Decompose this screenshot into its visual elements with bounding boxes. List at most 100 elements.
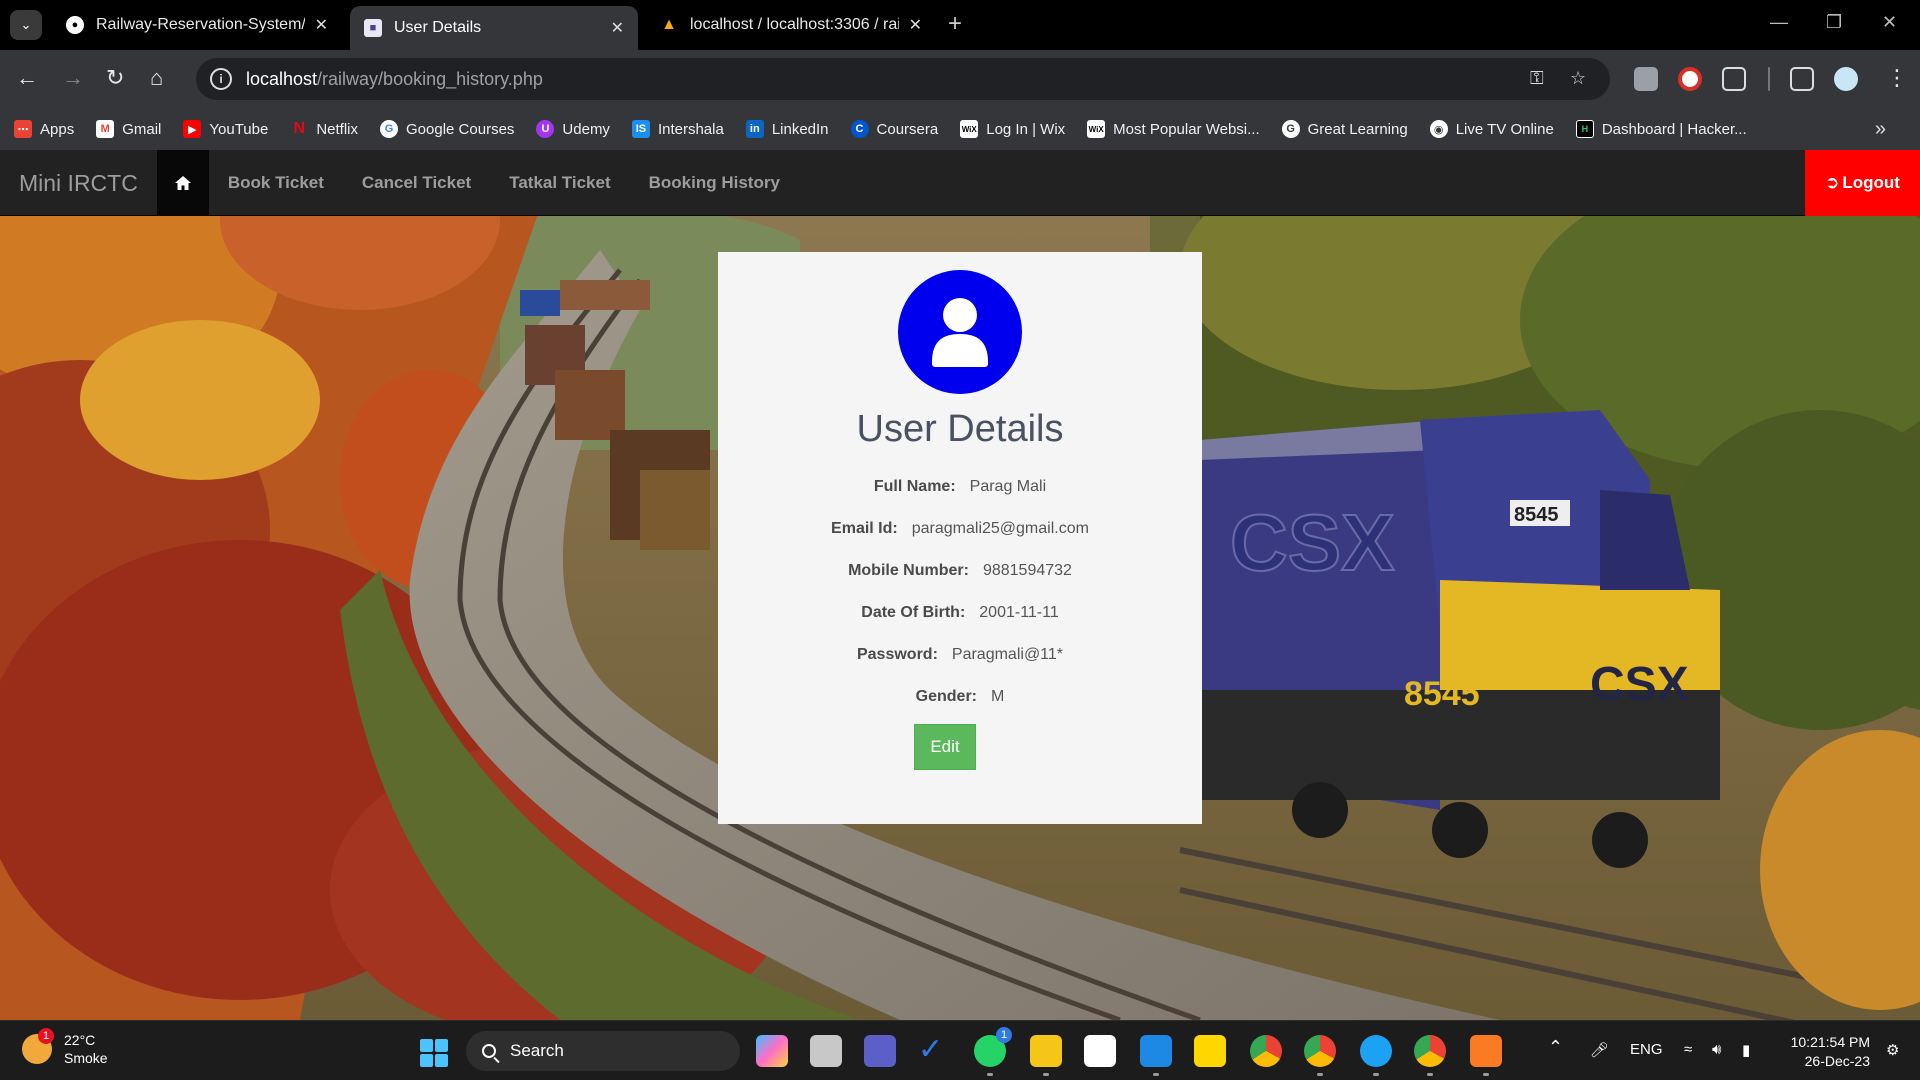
edit-button[interactable]: Edit <box>914 724 976 770</box>
sticky-notes-icon[interactable] <box>1194 1035 1226 1067</box>
window-close-icon[interactable]: ✕ <box>1882 12 1897 33</box>
extensions-puzzle-icon[interactable] <box>1722 67 1746 91</box>
bookmark-great-learning[interactable]: G Great Learning <box>1281 120 1408 138</box>
chrome-icon[interactable] <box>1250 1035 1282 1067</box>
chrome-profile-icon[interactable] <box>1414 1035 1446 1067</box>
gmail-icon: M <box>96 120 115 138</box>
extension-icon[interactable] <box>1678 67 1702 91</box>
more-bookmarks-icon[interactable]: » <box>1875 118 1886 141</box>
bookmark-intershala[interactable]: IS Intershala <box>631 120 724 138</box>
running-indicator <box>987 1073 993 1076</box>
skype-icon[interactable] <box>1360 1035 1392 1067</box>
side-panel-icon[interactable] <box>1790 67 1814 91</box>
whatsapp-badge: 1 <box>996 1027 1012 1043</box>
bookmark-udemy[interactable]: U Udemy <box>536 120 610 138</box>
language-indicator[interactable]: ENG <box>1630 1041 1663 1058</box>
nav-cancel-ticket[interactable]: Cancel Ticket <box>343 150 490 216</box>
back-icon[interactable]: ← <box>16 64 38 92</box>
site-info-icon[interactable]: i <box>210 68 232 90</box>
bookmark-hackerrank[interactable]: H Dashboard | Hacker... <box>1575 120 1747 138</box>
brand-logo[interactable]: Mini IRCTC <box>0 150 157 216</box>
windows-start-icon[interactable] <box>420 1039 448 1067</box>
svg-text:CSX: CSX <box>1230 498 1395 587</box>
github-icon: ● <box>66 16 84 34</box>
address-bar[interactable]: i localhost/railway/booking_history.php … <box>196 58 1610 100</box>
bookmark-apps[interactable]: ⋯ Apps <box>14 120 74 138</box>
xampp-icon[interactable] <box>1470 1035 1502 1067</box>
wifi-icon[interactable]: ≈ <box>1684 1041 1692 1058</box>
new-tab-button[interactable]: + <box>948 10 962 38</box>
bookmark-linkedin[interactable]: in LinkedIn <box>745 120 829 138</box>
bookmark-label: Intershala <box>657 120 724 138</box>
svg-text:CSX: CSX <box>1590 658 1689 711</box>
password-key-icon[interactable]: ⚿ <box>1530 68 1544 89</box>
youtube-icon: ▶ <box>183 120 202 138</box>
restore-icon[interactable]: ❐ <box>1826 12 1842 33</box>
bookmark-gmail[interactable]: M Gmail <box>96 120 161 138</box>
vscode-icon[interactable] <box>1140 1035 1172 1067</box>
menu-kebab-icon[interactable]: ⋮ <box>1886 64 1908 92</box>
close-tab-icon[interactable]: ✕ <box>909 15 922 35</box>
running-indicator <box>1427 1073 1433 1076</box>
copilot-icon[interactable] <box>756 1035 788 1067</box>
close-tab-icon[interactable]: ✕ <box>315 15 328 35</box>
toolbar-divider <box>1768 67 1770 91</box>
bookmark-youtube[interactable]: ▶ YouTube <box>183 120 268 138</box>
bookmark-live-tv[interactable]: ◉ Live TV Online <box>1429 120 1554 138</box>
url-path: /railway/booking_history.php <box>317 68 543 89</box>
minimize-icon[interactable]: — <box>1770 12 1788 33</box>
microsoft-store-icon[interactable] <box>1084 1035 1116 1067</box>
nav-book-ticket[interactable]: Book Ticket <box>209 150 343 216</box>
svg-text:8545: 8545 <box>1514 504 1559 526</box>
field-label: Password: <box>856 646 938 663</box>
running-indicator <box>1483 1073 1489 1076</box>
netflix-icon: N <box>293 120 306 137</box>
hackerrank-icon: H <box>1575 120 1594 138</box>
weather-widget[interactable]: 1 22°C Smoke <box>22 1028 108 1067</box>
bookmark-wix-popular[interactable]: WiX Most Popular Websi... <box>1087 120 1260 138</box>
weather-badge: 1 <box>38 1028 54 1044</box>
logout-label: Logout <box>1842 173 1900 192</box>
close-tab-icon[interactable]: ✕ <box>611 18 624 38</box>
teams-icon[interactable] <box>864 1035 896 1067</box>
tray-overflow-chevron-icon[interactable]: ⌃ <box>1548 1037 1563 1058</box>
system-clock[interactable]: 10:21:54 PM 26-Dec-23 <box>1780 1033 1870 1071</box>
tab-github[interactable]: ● Railway-Reservation-System/RE ✕ <box>52 6 342 44</box>
profile-avatar[interactable] <box>1834 67 1858 91</box>
bookmark-star-icon[interactable]: ☆ <box>1570 68 1586 89</box>
forward-icon[interactable]: → <box>62 64 84 92</box>
whatsapp-icon[interactable]: 1 <box>974 1027 1012 1067</box>
card-title: User Details <box>856 408 1064 450</box>
file-explorer-icon[interactable] <box>1030 1035 1062 1067</box>
bookmark-coursera[interactable]: C Coursera <box>850 120 938 138</box>
tab-user-details[interactable]: ■ User Details ✕ <box>350 6 638 50</box>
clock-time: 10:21:54 PM <box>1790 1034 1870 1050</box>
home-link[interactable] <box>156 150 209 216</box>
nav-tatkal-ticket[interactable]: Tatkal Ticket <box>490 150 629 216</box>
battery-icon[interactable]: ▮ <box>1742 1041 1750 1059</box>
bookmark-netflix[interactable]: N Netflix <box>290 120 358 138</box>
bookmark-google-courses[interactable]: G Google Courses <box>380 120 514 138</box>
volume-icon[interactable]: 🔊︎ <box>1712 1041 1721 1058</box>
phpmyadmin-icon: ▲ <box>661 16 677 33</box>
field-label: Gender: <box>915 688 977 705</box>
taskbar-search[interactable]: Search <box>466 1031 740 1071</box>
notifications-icon[interactable]: ⚙ <box>1886 1041 1899 1059</box>
todo-check-icon[interactable]: ✓ <box>918 1035 950 1067</box>
nav-booking-history[interactable]: Booking History <box>630 150 799 216</box>
home-icon[interactable]: ⌂ <box>150 64 163 92</box>
wix-icon: WiX <box>960 120 979 138</box>
greatlearning-icon: G <box>1281 120 1300 138</box>
logout-button[interactable]: ➲ Logout <box>1805 150 1920 216</box>
tab-phpmyadmin[interactable]: ▲ localhost / localhost:3306 / railw ✕ <box>646 6 936 44</box>
home-icon <box>174 175 191 190</box>
reload-icon[interactable]: ↻ <box>106 64 124 92</box>
microphone-icon[interactable]: 🎤︎ <box>1590 1041 1609 1059</box>
tab-search-chevron-icon[interactable]: ⌄ <box>10 10 42 40</box>
bookmark-wix-login[interactable]: WiX Log In | Wix <box>960 120 1065 138</box>
windows-taskbar: 1 22°C Smoke Search ✓ 1 ⌃ 🎤︎ ENG ≈ 🔊︎ ▮ … <box>0 1020 1920 1080</box>
extension-icon[interactable] <box>1634 67 1658 91</box>
chrome-profile-icon[interactable] <box>1304 1035 1336 1067</box>
file-manager-icon[interactable] <box>810 1035 842 1067</box>
bookmark-label: Log In | Wix <box>986 120 1066 138</box>
